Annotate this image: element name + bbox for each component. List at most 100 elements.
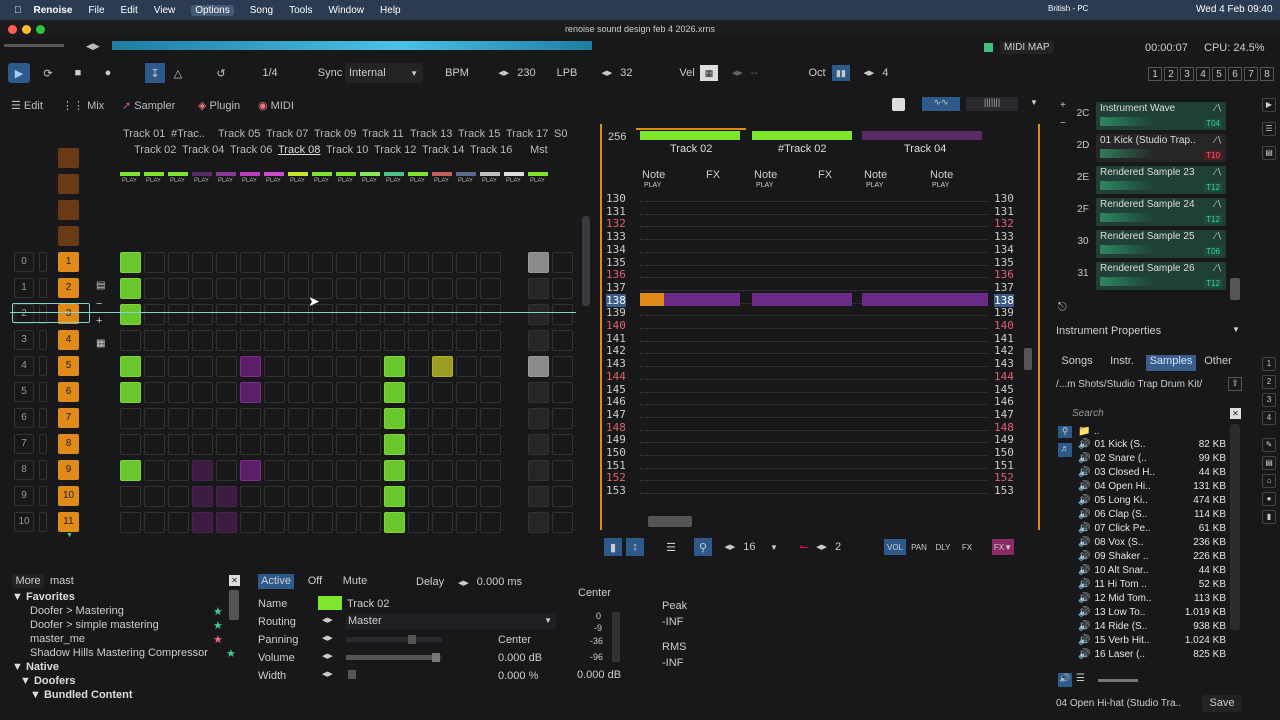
pattern-slot[interactable] — [216, 304, 237, 325]
sample-file-item[interactable]: 🔊 12 Mid Tom.. 113 KB — [1078, 592, 1226, 606]
master-pattern-slot[interactable] — [528, 408, 549, 429]
track-select-1[interactable]: 1 — [1262, 357, 1276, 371]
browser-path[interactable]: /...m Shots/Studio Trap Drum Kit/ — [1056, 379, 1202, 390]
menu-file[interactable]: File — [88, 5, 104, 16]
sequence-pattern-8[interactable]: 8 — [58, 434, 79, 454]
track-header-top-0[interactable]: Track 01 — [123, 128, 165, 140]
pattern-slot[interactable] — [480, 330, 501, 351]
master-pattern-slot[interactable] — [528, 382, 549, 403]
plugin-list-scrollbar[interactable] — [229, 590, 239, 620]
sequence-number-0[interactable]: 0 — [14, 252, 34, 272]
pattern-slot[interactable] — [432, 330, 453, 351]
fx-column-button[interactable]: FX — [956, 539, 978, 555]
search-clear-icon[interactable]: ✕ — [1230, 408, 1241, 419]
zoom-window-button[interactable] — [36, 25, 45, 34]
pattern-slot[interactable] — [456, 408, 477, 429]
instrument-list-scrollbar[interactable] — [1230, 278, 1240, 300]
pattern-row-cells[interactable] — [640, 372, 988, 380]
pattern-row-cells[interactable] — [640, 486, 988, 495]
track-header-top-2[interactable]: Track 05 — [218, 128, 260, 140]
edit-step-value[interactable]: ◀▶ 16 — [720, 538, 760, 556]
pattern-slot[interactable] — [456, 512, 477, 533]
favorite-star-icon-1[interactable]: ★ — [213, 605, 223, 618]
side-list-icon[interactable]: ☰ — [1262, 122, 1276, 136]
pattern-slot[interactable] — [264, 356, 285, 377]
pattern-slot[interactable] — [288, 278, 309, 299]
pattern-slot[interactable] — [312, 408, 333, 429]
pattern-slot[interactable] — [264, 382, 285, 403]
pattern-slot[interactable] — [216, 278, 237, 299]
pattern-slot[interactable] — [432, 512, 453, 533]
sample-file-item[interactable]: 🔊 01 Kick (S.. 82 KB — [1078, 438, 1226, 452]
upper-view-menu-chevron-icon[interactable]: ▼ — [1030, 98, 1038, 107]
sample-file-item[interactable]: 🔊 07 Click Pe.. 61 KB — [1078, 522, 1226, 536]
sequence-mute-slot[interactable] — [39, 252, 47, 272]
pattern-slot[interactable] — [336, 304, 357, 325]
master-pattern-slot[interactable] — [528, 434, 549, 455]
pattern-slot[interactable] — [384, 252, 405, 273]
pattern-slot[interactable] — [168, 252, 189, 273]
pattern-slot[interactable] — [408, 252, 429, 273]
pattern-slot[interactable] — [240, 460, 261, 481]
track-select-3[interactable]: 3 — [1262, 393, 1276, 407]
pattern-slot[interactable] — [456, 434, 477, 455]
stop-button[interactable]: ■ — [68, 63, 88, 83]
pattern-row-cells[interactable] — [640, 359, 988, 368]
pattern-slot[interactable] — [336, 434, 357, 455]
pattern-slot[interactable] — [336, 278, 357, 299]
favorite-star-icon-2[interactable]: ★ — [213, 619, 223, 632]
close-window-button[interactable] — [8, 25, 17, 34]
pattern-slot[interactable] — [384, 330, 405, 351]
pattern-slot[interactable] — [480, 304, 501, 325]
sequence-pattern-6[interactable]: 6 — [58, 382, 79, 402]
track-header-bottom-5[interactable]: Track 12 — [374, 144, 416, 156]
step-chevron-down-icon[interactable]: ▼ — [768, 538, 780, 556]
send-pattern-slot[interactable] — [552, 512, 573, 533]
plugin-item-mastering[interactable]: Doofer > Mastering — [30, 605, 124, 617]
active-button[interactable]: Active — [258, 574, 294, 589]
pattern-slot[interactable] — [240, 434, 261, 455]
pattern-slot[interactable] — [288, 304, 309, 325]
pattern-slot[interactable] — [480, 356, 501, 377]
pattern-slot[interactable] — [336, 460, 357, 481]
pattern-v-scrollbar[interactable] — [1024, 348, 1032, 370]
pattern-slot[interactable] — [120, 486, 141, 507]
track-header-top-7[interactable]: Track 15 — [458, 128, 500, 140]
sequence-mute-slot[interactable] — [39, 512, 47, 532]
sequence-slot-empty[interactable] — [58, 148, 79, 168]
disk-icon[interactable]: ▤ — [1262, 456, 1276, 470]
pattern-row-cells[interactable] — [640, 232, 988, 241]
pattern-slot[interactable] — [312, 434, 333, 455]
view-tab-plugin[interactable]: ◈ Plugin — [198, 99, 240, 112]
pattern-slot[interactable] — [120, 460, 141, 481]
current-row-track-2[interactable] — [752, 292, 852, 306]
pattern-slot[interactable] — [144, 486, 165, 507]
sample-file-item[interactable]: 🔊 03 Closed H.. 44 KB — [1078, 466, 1226, 480]
pattern-slot[interactable] — [336, 382, 357, 403]
sequence-number-6[interactable]: 6 — [14, 408, 34, 428]
pattern-slot[interactable] — [288, 460, 309, 481]
pattern-row-cells[interactable] — [640, 410, 988, 418]
pattern-slot[interactable] — [240, 304, 261, 325]
width-stepper[interactable]: ◀▶ — [322, 670, 333, 678]
pattern-slot[interactable] — [264, 408, 285, 429]
pattern-slot[interactable] — [168, 486, 189, 507]
pattern-slot[interactable] — [144, 460, 165, 481]
track-header-bar-1[interactable] — [640, 131, 740, 140]
pattern-slot[interactable] — [360, 486, 381, 507]
pattern-slot[interactable] — [312, 252, 333, 273]
browser-search-field[interactable]: Search — [1072, 408, 1242, 422]
routing-select[interactable]: Master ▼ — [346, 614, 556, 629]
sequence-number-5[interactable]: 5 — [14, 382, 34, 402]
pattern-step-value[interactable]: ↼ ◀▶ 2 — [794, 538, 846, 556]
more-button[interactable]: More — [12, 574, 44, 588]
pattern-slot[interactable] — [360, 460, 381, 481]
preview-volume-slider[interactable] — [1098, 679, 1138, 682]
collapse-icon[interactable]: ↕ — [626, 538, 644, 556]
pattern-slot[interactable] — [360, 356, 381, 377]
pattern-slot[interactable] — [192, 356, 213, 377]
side-panel-icon[interactable]: ▶ — [1262, 98, 1276, 112]
sequence-number-10[interactable]: 10 — [14, 512, 34, 532]
pattern-row-cells[interactable] — [640, 435, 988, 444]
pattern-slot[interactable] — [288, 434, 309, 455]
